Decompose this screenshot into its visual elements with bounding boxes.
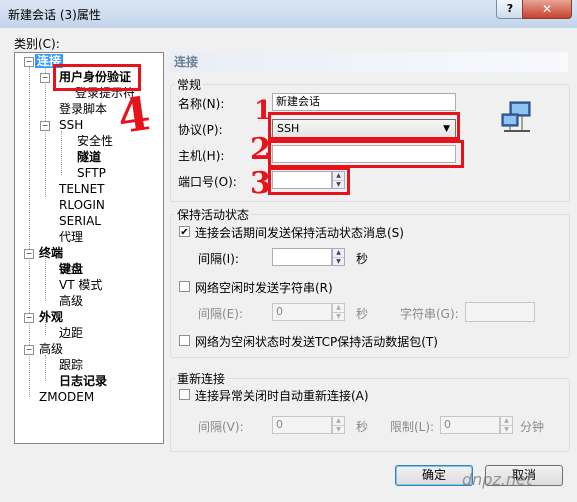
tcp-keepalive-checkbox[interactable] [179, 335, 190, 346]
collapse-icon[interactable]: − [24, 249, 34, 259]
send-keepalive-label: 连接会话期间发送保持活动状态消息(S) [195, 226, 404, 240]
panel-title: 连接 [170, 52, 568, 72]
annotation-mark-2: 2 [250, 132, 271, 167]
reconnect-group: 重新连接 [170, 370, 570, 452]
limit-input[interactable]: 0 [440, 416, 500, 434]
annotation-box-host [268, 140, 464, 168]
seconds-label: 秒 [356, 252, 369, 266]
tree-item-trace[interactable]: 跟踪 [59, 357, 83, 373]
tree-item-tunnel[interactable]: 隧道 [77, 149, 101, 165]
tree-item-advanced[interactable]: 高级 [59, 293, 83, 309]
reconnect-interval-input[interactable]: 0 [272, 416, 332, 434]
tree-item-proxy[interactable]: 代理 [59, 229, 83, 245]
tree-item-appearance[interactable]: 外观 [39, 309, 63, 325]
auto-reconnect-checkbox[interactable] [179, 389, 190, 400]
tree-line [61, 131, 62, 175]
tree-item-terminal[interactable]: 终端 [39, 245, 63, 261]
tree-item-vt-mode[interactable]: VT 模式 [59, 277, 102, 293]
category-label: 类别(C): [14, 37, 60, 51]
close-button[interactable]: ✕ [522, 0, 572, 19]
collapse-icon[interactable]: − [40, 73, 50, 83]
general-legend: 常规 [177, 78, 202, 92]
annotation-mark-3: 3 [250, 166, 271, 201]
annotation-box-protocol [268, 112, 460, 140]
annotation-mark-1: 1 [254, 96, 273, 126]
name-label: 名称(N): [178, 97, 225, 111]
string-interval-stepper[interactable]: ▲ ▼ [332, 303, 345, 321]
minutes-label: 分钟 [520, 420, 545, 434]
tree-item-zmodem[interactable]: ZMODEM [39, 389, 94, 405]
reconnect-interval-stepper[interactable]: ▲ ▼ [332, 416, 345, 434]
network-icon [501, 101, 531, 132]
tree-item-logging[interactable]: 日志记录 [59, 373, 107, 389]
window-title: 新建会话 (3)属性 [8, 8, 101, 22]
port-label: 端口号(O): [178, 175, 237, 189]
keepalive-interval-input[interactable] [272, 248, 332, 266]
watermark: dnpz.net [462, 470, 533, 489]
tree-item-advanced2[interactable]: 高级 [39, 341, 63, 357]
limit-stepper[interactable]: ▲ ▼ [500, 416, 513, 434]
tree-item-login-script[interactable]: 登录脚本 [59, 101, 107, 117]
collapse-icon[interactable]: − [24, 345, 34, 355]
tcp-keepalive-label: 网络为空闲状态时发送TCP保持活动数据包(T) [195, 335, 438, 349]
tree-item-security[interactable]: 安全性 [77, 133, 113, 149]
auto-reconnect-label: 连接异常关闭时自动重新连接(A) [195, 389, 369, 403]
reconnect-legend: 重新连接 [177, 372, 226, 386]
keepalive-interval-stepper[interactable]: ▲ ▼ [332, 248, 345, 266]
annotation-box-user-auth [53, 64, 141, 91]
collapse-icon[interactable]: − [24, 57, 34, 67]
tree-item-keyboard[interactable]: 键盘 [59, 261, 83, 277]
seconds-label-2: 秒 [356, 307, 369, 321]
tree-item-serial[interactable]: SERIAL [59, 213, 101, 229]
tree-line [45, 355, 46, 381]
send-string-label: 网络空闲时发送字符串(R) [195, 281, 333, 295]
string-interval-input[interactable]: 0 [272, 303, 332, 321]
send-keepalive-checkbox[interactable]: ✔ [179, 226, 190, 238]
host-label: 主机(H): [178, 149, 225, 163]
tree-item-telnet[interactable]: TELNET [59, 181, 105, 197]
tree-item-rlogin[interactable]: RLOGIN [59, 197, 105, 213]
tree-item-margin[interactable]: 边距 [59, 325, 83, 341]
collapse-icon[interactable]: − [40, 121, 50, 131]
string-label: 字符串(G): [400, 307, 459, 321]
limit-label: 限制(L): [390, 420, 435, 434]
annotation-box-port [268, 167, 350, 195]
tree-item-sftp[interactable]: SFTP [77, 165, 106, 181]
protocol-label: 协议(P): [178, 123, 223, 137]
reconnect-seconds-label: 秒 [356, 420, 369, 434]
string-interval-label: 间隔(E): [198, 307, 243, 321]
reconnect-interval-label: 间隔(V): [198, 420, 244, 434]
send-string-checkbox[interactable] [179, 281, 190, 292]
name-input[interactable]: 新建会话 [272, 93, 456, 111]
help-button[interactable]: ? [496, 0, 524, 19]
tree-item-ssh[interactable]: SSH [59, 117, 83, 133]
keepalive-legend: 保持活动状态 [177, 208, 250, 222]
string-input[interactable] [465, 302, 535, 322]
collapse-icon[interactable]: − [24, 313, 34, 323]
keepalive-interval-label: 间隔(I): [198, 252, 239, 266]
tree-line [45, 67, 46, 197]
